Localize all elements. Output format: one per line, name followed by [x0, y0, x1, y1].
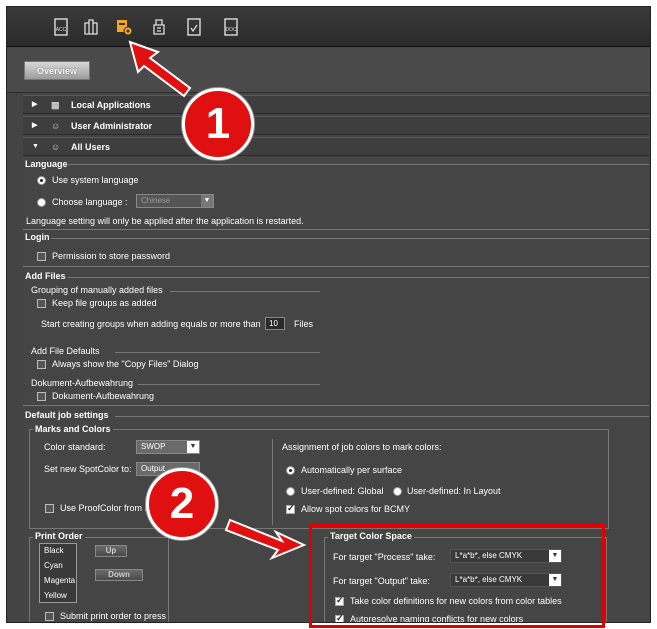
arrow-1: [128, 40, 192, 98]
arrow-2: [224, 518, 307, 561]
callout-1: 1: [182, 88, 254, 160]
callout-2: 2: [146, 468, 218, 540]
annotation-arrows: [128, 40, 307, 561]
